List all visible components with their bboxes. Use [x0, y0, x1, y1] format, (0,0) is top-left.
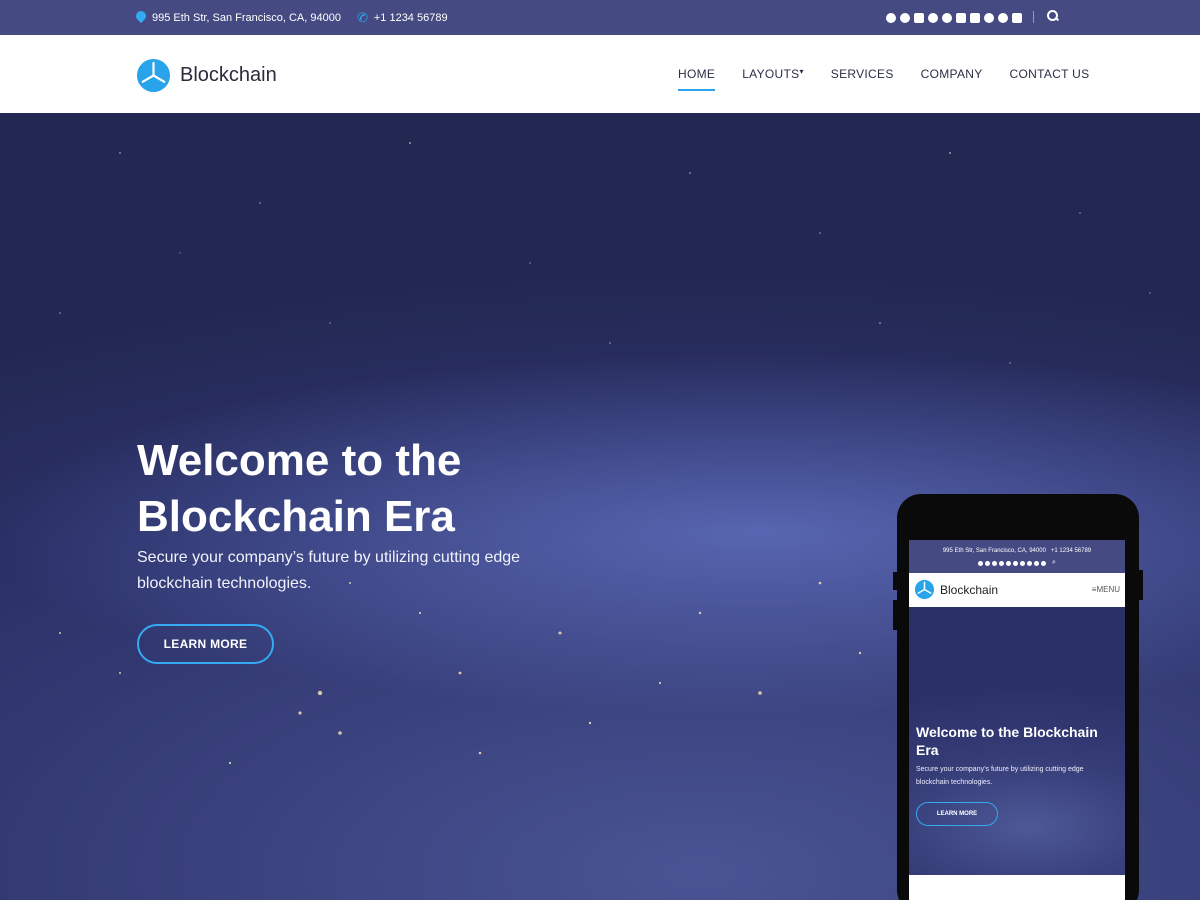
address-text: 995 Eth Str, San Francisco, CA, 94000: [152, 11, 341, 24]
address-item: 995 Eth Str, San Francisco, CA, 94000: [136, 11, 341, 24]
twitter-icon[interactable]: [900, 12, 910, 23]
phone-text[interactable]: +1 1234 56789: [374, 12, 448, 24]
youtube-icon[interactable]: [1013, 560, 1019, 566]
map-pin-icon: [136, 11, 146, 24]
mobile-learn-more-button[interactable]: LEARN MORE: [916, 802, 998, 826]
nav-layouts[interactable]: LAYOUTS▾: [742, 67, 804, 81]
facebook-icon[interactable]: [886, 12, 896, 23]
wordpress-icon[interactable]: [1027, 560, 1033, 566]
telegram-icon[interactable]: [998, 12, 1008, 23]
linkedin-icon[interactable]: [970, 12, 980, 23]
mobile-brand-name: Blockchain: [940, 582, 999, 597]
linkedin-icon[interactable]: [1020, 560, 1026, 566]
twitter-icon[interactable]: [985, 560, 991, 566]
pinterest-icon[interactable]: [942, 12, 952, 23]
phone-item[interactable]: ✆ +1 1234 56789: [355, 8, 448, 26]
site-header: Blockchain HOME LAYOUTS▾ SERVICES COMPAN…: [0, 35, 1200, 113]
wordpress-icon[interactable]: [984, 12, 994, 23]
social-links: [886, 0, 1022, 35]
mobile-social-links: ⌕: [978, 557, 1056, 569]
search-icon[interactable]: ⌕: [1052, 557, 1056, 569]
phone-mockup: 995 Eth Str, San Francisco, CA, 94000 +1…: [893, 494, 1143, 900]
search-icon[interactable]: [1047, 10, 1059, 22]
mobile-content-area: [909, 875, 1125, 900]
phone-icon: ✆: [355, 8, 370, 26]
learn-more-button[interactable]: LEARN MORE: [137, 624, 274, 664]
snapchat-icon[interactable]: [999, 560, 1005, 566]
mobile-menu-label: MENU: [1096, 585, 1120, 594]
pinterest-icon[interactable]: [1006, 560, 1012, 566]
top-bar: 995 Eth Str, San Francisco, CA, 94000 ✆ …: [0, 0, 1200, 35]
contact-info: 995 Eth Str, San Francisco, CA, 94000 ✆ …: [136, 0, 448, 35]
nav-layouts-label: LAYOUTS: [742, 67, 800, 81]
rss-icon[interactable]: [1041, 560, 1047, 566]
phone-screen: 995 Eth Str, San Francisco, CA, 94000 +1…: [909, 540, 1125, 900]
mobile-menu-button[interactable]: ≡MENU: [1092, 585, 1120, 594]
instagram-icon[interactable]: [992, 560, 998, 566]
snapchat-icon[interactable]: [928, 12, 938, 23]
logo-mark-icon: [915, 580, 934, 599]
main-nav: HOME LAYOUTS▾ SERVICES COMPANY CONTACT U…: [678, 35, 1089, 113]
youtube-icon[interactable]: [956, 12, 966, 23]
caret-down-icon: ▾: [799, 67, 804, 76]
nav-contact[interactable]: CONTACT US: [1010, 67, 1090, 81]
mobile-contact-line: 995 Eth Str, San Francisco, CA, 94000 +1…: [909, 545, 1125, 557]
nav-home[interactable]: HOME: [678, 67, 716, 91]
telegram-icon[interactable]: [1034, 560, 1040, 566]
phone-side-button: [1139, 570, 1143, 600]
logo-mark-icon: [137, 59, 170, 92]
divider: [1033, 11, 1034, 23]
instagram-icon[interactable]: [914, 12, 924, 23]
hero-title: Welcome to the Blockchain Era: [137, 436, 462, 541]
facebook-icon[interactable]: [978, 560, 984, 566]
mobile-hero: Welcome to the Blockchain Era Secure you…: [909, 607, 1125, 875]
hero-subtitle: Secure your company’s future by utilizin…: [137, 549, 521, 592]
mobile-hero-subtitle: Secure your company’s future by utilizin…: [916, 766, 1084, 786]
nav-services[interactable]: SERVICES: [831, 67, 894, 81]
mobile-logo[interactable]: Blockchain: [915, 580, 998, 599]
nav-company[interactable]: COMPANY: [921, 67, 983, 81]
rss-icon[interactable]: [1012, 12, 1022, 23]
mobile-address: 995 Eth Str, San Francisco, CA, 94000: [942, 548, 1046, 554]
mobile-header: Blockchain ≡MENU: [909, 573, 1125, 607]
phone-side-button: [893, 600, 897, 630]
mobile-hero-title: Welcome to the Blockchain Era: [916, 724, 1098, 758]
site-logo[interactable]: Blockchain: [137, 59, 277, 92]
mobile-top-bar: 995 Eth Str, San Francisco, CA, 94000 +1…: [909, 540, 1125, 573]
brand-name: Blockchain: [180, 64, 277, 86]
mobile-phone[interactable]: +1 1234 56789: [1051, 548, 1091, 554]
phone-side-button: [893, 572, 897, 590]
